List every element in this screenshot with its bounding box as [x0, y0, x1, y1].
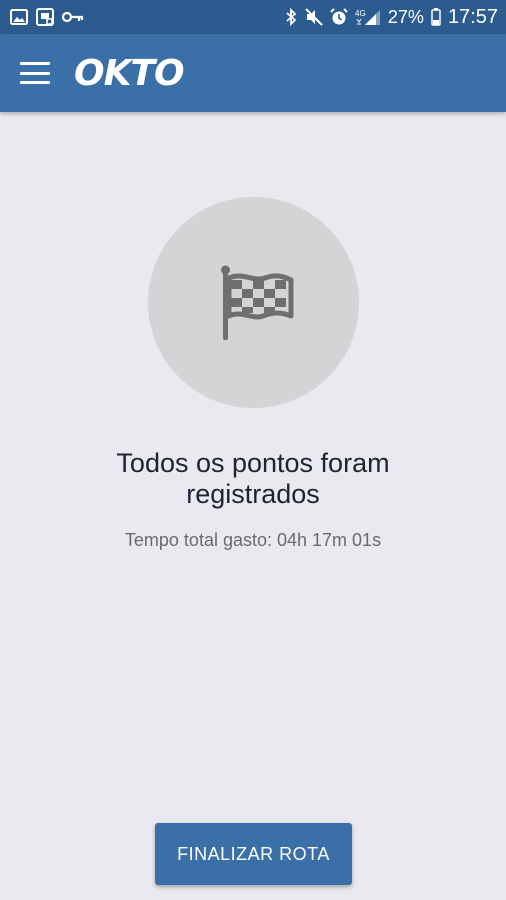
total-time-text: Tempo total gasto: 04h 17m 01s: [124, 530, 382, 550]
gallery-icon: [10, 8, 28, 26]
app-bar: OKTO: [0, 34, 506, 112]
status-left-icons: [10, 8, 84, 26]
signal-4g-icon: 4G: [355, 8, 381, 26]
status-right-icons: 4G 27% 17:57: [284, 6, 498, 29]
screen: 4G 27% 17:57 OKTO Todos os pontos foram …: [0, 0, 506, 900]
svg-text:4G: 4G: [355, 9, 366, 18]
checkered-flag-icon: [209, 258, 299, 348]
menu-icon[interactable]: [20, 62, 50, 84]
key-icon: [62, 8, 84, 26]
app-logo: OKTO: [74, 52, 185, 94]
bluetooth-icon: [284, 8, 298, 26]
finish-route-button[interactable]: FINALIZAR ROTA: [155, 823, 352, 885]
mute-icon: [305, 8, 323, 26]
flag-circle: [148, 197, 359, 408]
battery-icon: [431, 8, 441, 26]
battery-percent: 27%: [387, 6, 424, 27]
status-bar: 4G 27% 17:57: [0, 0, 506, 34]
clock: 17:57: [447, 5, 498, 28]
alarm-icon: [330, 8, 348, 26]
screen-icon: [36, 8, 54, 26]
completion-headline: Todos os pontos foram registrados: [116, 448, 390, 509]
